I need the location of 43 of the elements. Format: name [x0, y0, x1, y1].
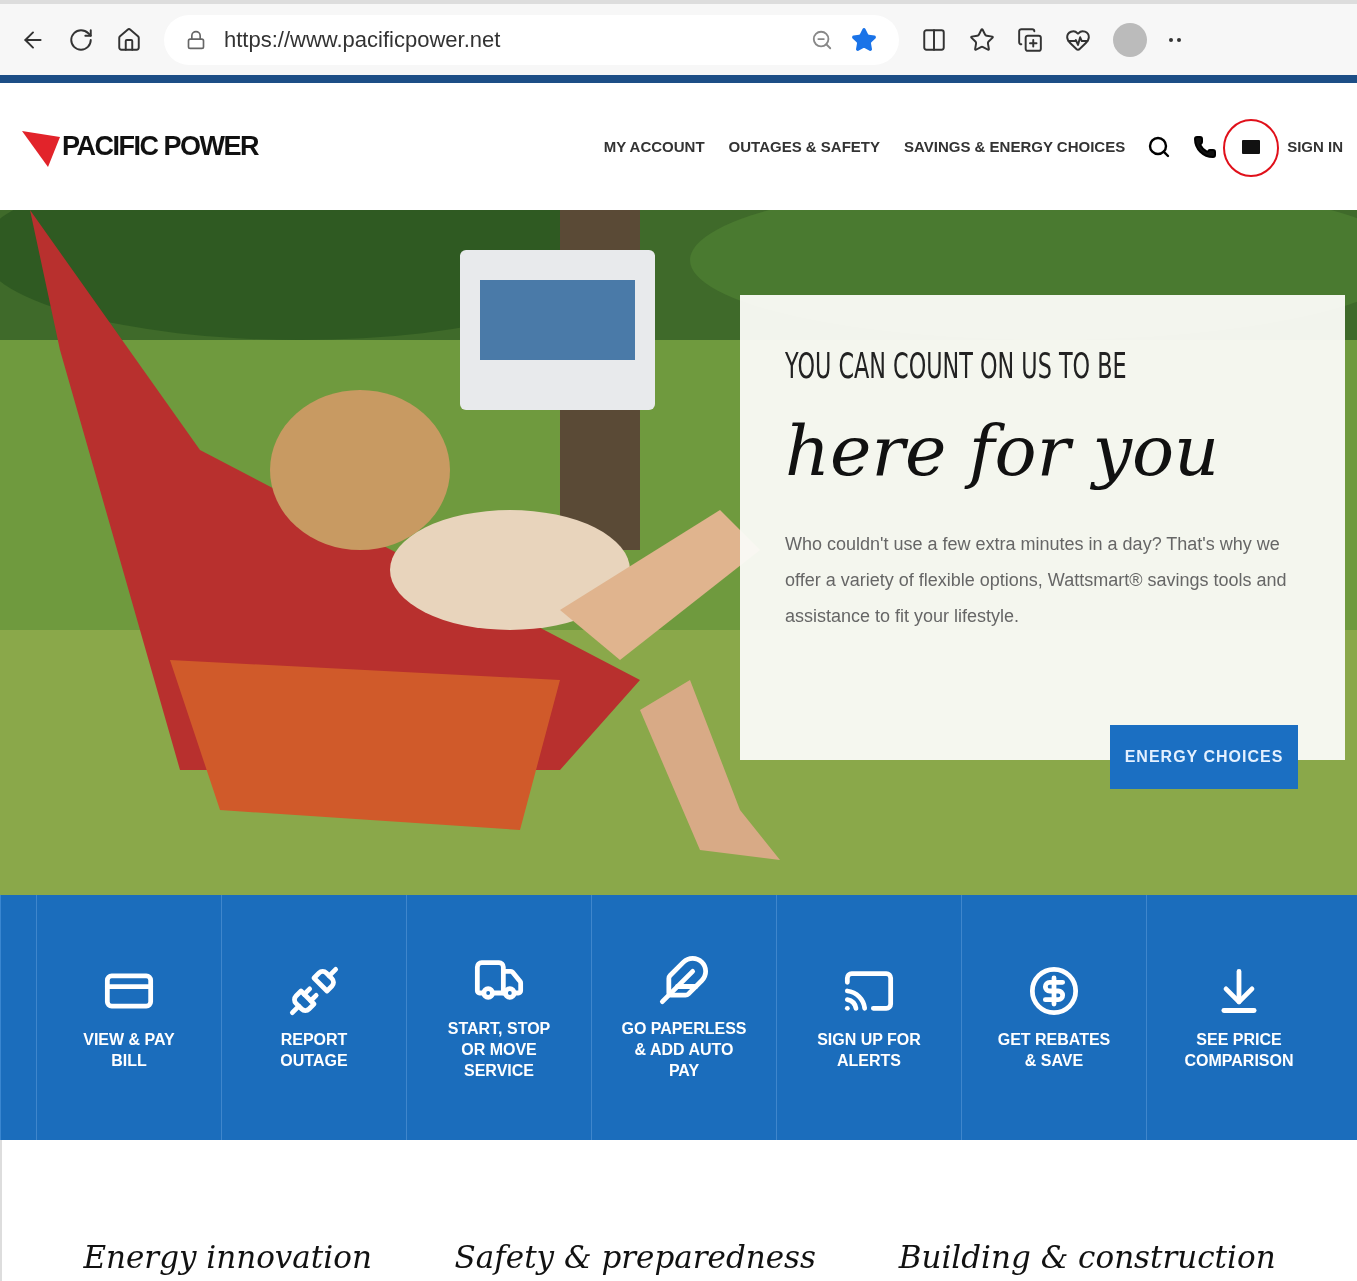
- annotation-circle: [1221, 116, 1282, 179]
- quick-link-tile[interactable]: GET REBATES & SAVE: [961, 895, 1146, 1140]
- tile-label: SEE PRICE COMPARISON: [1183, 1029, 1295, 1071]
- quick-link-tile[interactable]: SEE PRICE COMPARISON: [1146, 895, 1331, 1140]
- home-icon[interactable]: [116, 26, 142, 53]
- nav-link[interactable]: OUTAGES & SAFETY: [728, 138, 880, 155]
- section-title: Energy innovation: [83, 1239, 372, 1275]
- quick-link-tile[interactable]: GO PAPERLESS & ADD AUTO PAY: [591, 895, 776, 1140]
- quick-link-tile[interactable]: START, STOP OR MOVE SERVICE: [406, 895, 591, 1140]
- refresh-icon[interactable]: [68, 26, 94, 53]
- quick-link-tile[interactable]: VIEW & PAY BILL: [36, 895, 221, 1140]
- dollar-icon: [1028, 964, 1080, 1017]
- hero-eyebrow: YOU CAN COUNT ON US TO BE: [785, 345, 1127, 386]
- url-text: https://www.pacificpower.net: [224, 26, 502, 53]
- hero-headline: here for you: [785, 410, 1221, 492]
- zoom-out-icon[interactable]: [811, 28, 833, 51]
- lock-icon: [186, 29, 206, 50]
- hero-text: Who couldn't use a few extra minutes in a day? That's why we offer a variety of flexible options, Wattsmart® savings tools and assistance to fit your lifestyle.: [785, 533, 1288, 628]
- sign-in-link[interactable]: SIGN IN: [1287, 138, 1343, 155]
- address-bar[interactable]: https://www.pacificpower.net: [164, 14, 899, 65]
- nav-link[interactable]: SAVINGS & ENERGY CHOICES: [904, 138, 1126, 155]
- leaf-icon: [658, 954, 710, 1006]
- quick-link-tile[interactable]: REPORT OUTAGE: [221, 895, 406, 1140]
- more-icon[interactable]: [1169, 36, 1181, 43]
- unplugged-icon: [288, 964, 340, 1017]
- favorite-star-icon[interactable]: [851, 26, 877, 53]
- tile-label: START, STOP OR MOVE SERVICE: [446, 1019, 552, 1081]
- tile-label: GET REBATES & SAVE: [996, 1029, 1112, 1071]
- tile-label: REPORT OUTAGE: [279, 1029, 349, 1071]
- collections-icon[interactable]: [1017, 26, 1043, 53]
- phone-icon[interactable]: [1193, 134, 1218, 159]
- section-title: Safety & preparedness: [454, 1239, 816, 1275]
- energy-choices-button[interactable]: ENERGY CHOICES: [1110, 725, 1298, 789]
- search-icon[interactable]: [1147, 134, 1172, 159]
- tile-label: SIGN UP FOR ALERTS: [816, 1029, 922, 1071]
- favorites-icon[interactable]: [969, 26, 995, 53]
- logo-text[interactable]: PACIFIC POWER: [62, 131, 258, 162]
- section-title: Building & construction: [898, 1239, 1276, 1275]
- tile-label: GO PAPERLESS & ADD AUTO PAY: [620, 1019, 748, 1081]
- tile-label: VIEW & PAY BILL: [82, 1029, 176, 1071]
- split-screen-icon[interactable]: [921, 26, 947, 53]
- nav-link[interactable]: MY ACCOUNT: [603, 138, 705, 155]
- quick-link-tile[interactable]: SIGN UP FOR ALERTS: [776, 895, 961, 1140]
